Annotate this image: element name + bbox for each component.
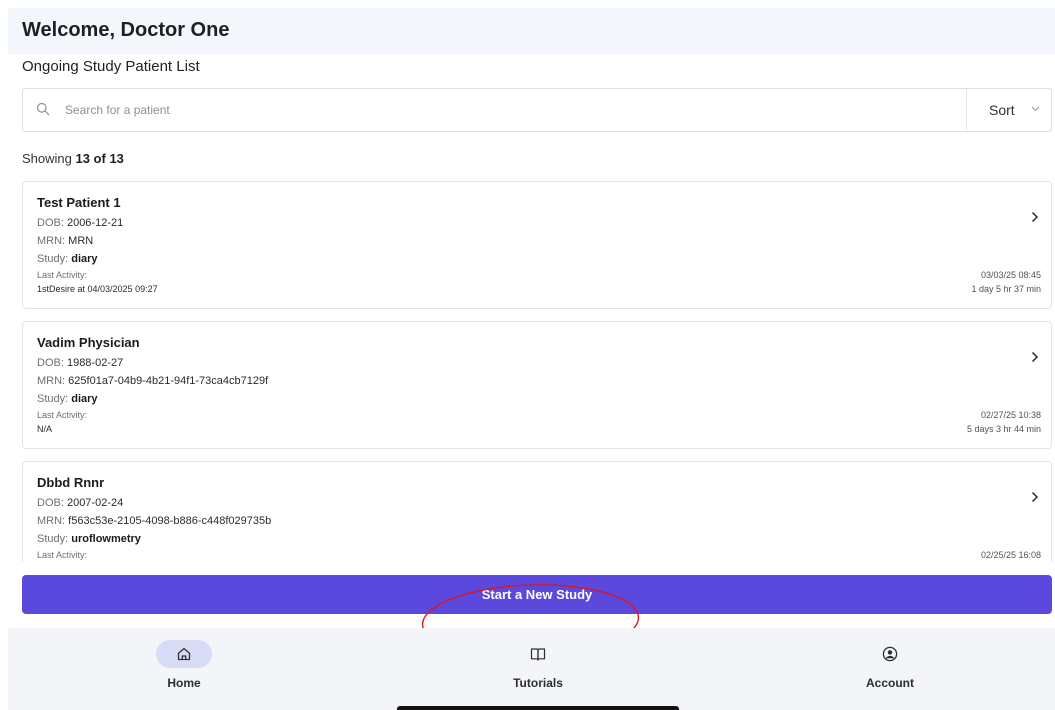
start-date: 03/03/25 08:45 <box>980 270 1041 280</box>
app-screen: Welcome, Doctor One Ongoing Study Patien… <box>0 0 1055 710</box>
patient-mrn: MRN: f563c53e-2105-4098-b886-c448f029735… <box>37 515 271 527</box>
result-count-value: 13 of 13 <box>75 151 124 166</box>
patient-card[interactable]: Vadim Physician DOB: 1988-02-27 MRN: 625… <box>22 321 1052 449</box>
chevron-right-icon <box>1031 351 1039 363</box>
last-activity-label: Last Activity: <box>37 550 88 560</box>
mrn-label: MRN: <box>37 515 69 527</box>
nav-account-pill <box>862 640 918 668</box>
patient-study: Study: diary <box>37 393 98 405</box>
result-count-prefix: Showing <box>22 151 76 166</box>
search-icon <box>36 102 50 116</box>
patient-dob: DOB: 1988-02-27 <box>37 357 123 369</box>
mrn-value: 625f01a7-04b9-4b21-94f1-73ca4cb7129f <box>68 375 269 387</box>
nav-home-label: Home <box>167 676 201 690</box>
last-activity-value: 1stDesire at 04/03/2025 09:27 <box>37 284 158 294</box>
nav-home-pill <box>156 640 212 668</box>
patient-study: Study: uroflowmetry <box>37 533 141 545</box>
start-date: 02/25/25 16:08 <box>980 550 1041 560</box>
search-input[interactable] <box>65 99 945 121</box>
study-label: Study: <box>37 533 72 545</box>
study-label: Study: <box>37 253 72 265</box>
start-date: 02/27/25 10:38 <box>980 410 1041 420</box>
patient-dob: DOB: 2006-12-21 <box>37 217 123 229</box>
page-subtitle: Ongoing Study Patient List <box>22 58 200 75</box>
book-icon <box>530 648 546 661</box>
nav-tutorials[interactable]: Tutorials <box>478 628 598 698</box>
patient-name: Vadim Physician <box>37 335 140 350</box>
nav-tutorials-pill <box>510 640 566 668</box>
mrn-value: f563c53e-2105-4098-b886-c448f029735b <box>68 515 272 527</box>
patient-card[interactable]: Test Patient 1 DOB: 2006-12-21 MRN: MRN … <box>22 181 1052 309</box>
dob-label: DOB: <box>37 217 67 229</box>
study-value: diary <box>71 253 98 265</box>
dob-value: 2007-02-24 <box>66 497 124 509</box>
start-new-study-button[interactable]: Start a New Study <box>22 575 1052 614</box>
welcome-title: Welcome, Doctor One <box>22 19 230 41</box>
home-indicator <box>397 706 679 710</box>
patient-name: Dbbd Rnnr <box>37 475 105 490</box>
nav-tutorials-label: Tutorials <box>513 676 563 690</box>
study-value: diary <box>71 393 98 405</box>
sort-label: Sort <box>989 102 1015 118</box>
patient-name: Test Patient 1 <box>37 195 121 210</box>
patient-dob: DOB: 2007-02-24 <box>37 497 123 509</box>
mrn-value: MRN <box>68 235 94 247</box>
dob-label: DOB: <box>37 497 67 509</box>
home-icon <box>177 647 191 661</box>
user-circle-icon <box>882 646 898 662</box>
mrn-label: MRN: <box>37 375 69 387</box>
chevron-right-icon <box>1031 211 1039 223</box>
sort-dropdown[interactable]: Sort <box>967 89 1051 131</box>
patient-card[interactable]: Dbbd Rnnr DOB: 2007-02-24 MRN: f563c53e-… <box>22 461 1052 562</box>
dob-value: 2006-12-21 <box>66 217 124 229</box>
study-value: uroflowmetry <box>71 533 141 545</box>
patient-mrn: MRN: MRN <box>37 235 93 247</box>
header-bar: Welcome, Doctor One <box>8 8 1055 54</box>
elapsed-time: 5 days 3 hr 44 min <box>966 424 1041 434</box>
dob-label: DOB: <box>37 357 67 369</box>
last-activity-label: Last Activity: <box>37 270 88 280</box>
bottom-tab-bar: Home Tutorials Account <box>8 628 1055 710</box>
chevron-right-icon <box>1031 491 1039 503</box>
study-label: Study: <box>37 393 72 405</box>
patient-study: Study: diary <box>37 253 98 265</box>
chevron-down-icon <box>1031 106 1040 112</box>
patient-list: Test Patient 1 DOB: 2006-12-21 MRN: MRN … <box>0 170 1055 562</box>
nav-account[interactable]: Account <box>830 628 950 698</box>
elapsed-time: 1 day 5 hr 37 min <box>971 284 1041 294</box>
nav-home[interactable]: Home <box>124 628 244 698</box>
mrn-label: MRN: <box>37 235 69 247</box>
last-activity-value: N/A <box>37 424 53 434</box>
search-bar: Sort <box>22 88 1052 132</box>
result-count: Showing 13 of 13 <box>22 151 124 166</box>
last-activity-label: Last Activity: <box>37 410 88 420</box>
patient-mrn: MRN: 625f01a7-04b9-4b21-94f1-73ca4cb7129… <box>37 375 268 387</box>
nav-account-label: Account <box>866 676 914 690</box>
dob-value: 1988-02-27 <box>66 357 124 369</box>
